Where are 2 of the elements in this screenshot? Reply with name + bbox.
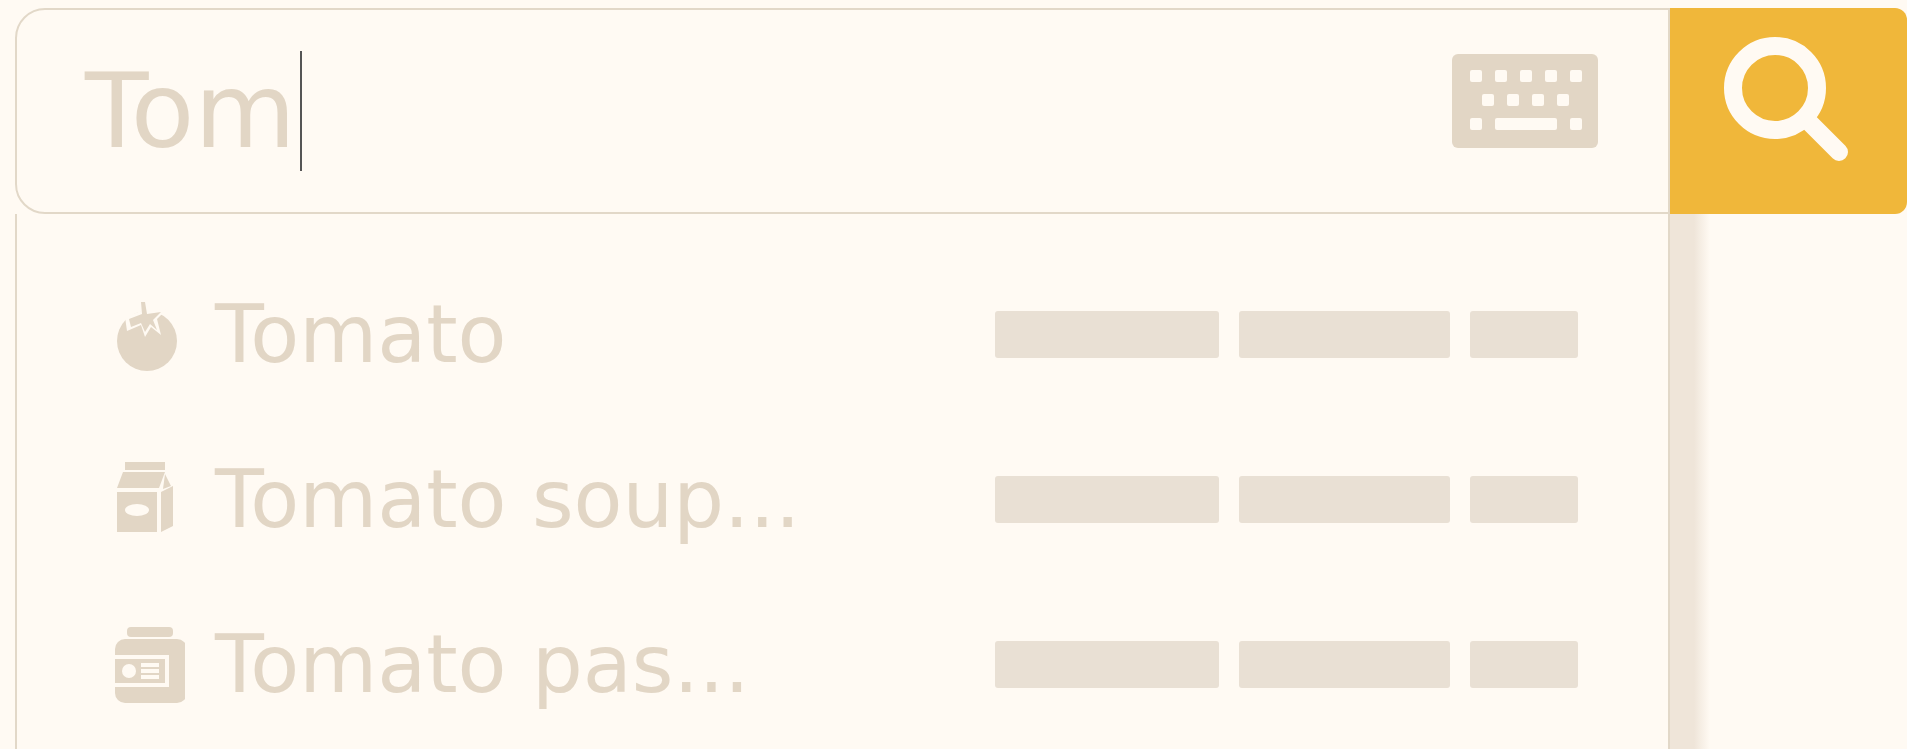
keyboard-icon[interactable] <box>1452 54 1598 148</box>
search-button[interactable] <box>1670 8 1907 214</box>
